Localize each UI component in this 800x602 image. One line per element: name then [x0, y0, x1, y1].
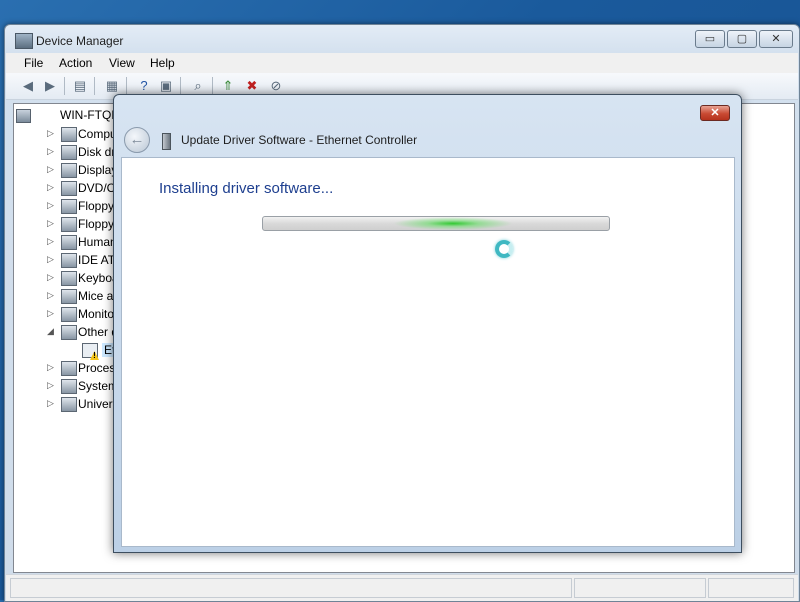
processor-icon: [61, 361, 77, 376]
back-arrow-icon[interactable]: ◀: [20, 78, 36, 94]
expand-icon[interactable]: ▷: [47, 254, 54, 265]
toolbar-separator: [126, 77, 127, 95]
computer-icon: [61, 127, 77, 142]
expand-icon[interactable]: ▷: [47, 308, 54, 319]
expand-icon[interactable]: ▷: [47, 398, 54, 409]
menu-action[interactable]: Action: [59, 56, 92, 70]
expand-icon[interactable]: ▷: [47, 272, 54, 283]
tree-item-label: Mice a: [78, 289, 114, 303]
installing-heading: Installing driver software...: [159, 180, 334, 197]
warning-icon: [82, 343, 98, 358]
tree-item-label: IDE AT: [78, 253, 116, 267]
forward-arrow-icon[interactable]: ▶: [42, 78, 58, 94]
tree-item-label: Floppy: [78, 199, 115, 213]
usb-controller-icon: [61, 397, 77, 412]
expand-icon[interactable]: ▷: [47, 128, 54, 139]
menu-view[interactable]: View: [109, 56, 135, 70]
expand-icon[interactable]: ▷: [47, 218, 54, 229]
tree-item-label: Proces: [78, 361, 116, 375]
progress-marquee: [393, 217, 513, 230]
collapse-icon[interactable]: ◢: [47, 326, 54, 337]
maximize-button[interactable]: ▢: [727, 30, 757, 48]
tree-item-label: Monito: [78, 307, 115, 321]
human-interface-device-icon: [61, 235, 77, 250]
tree-root[interactable]: WIN-FTQR: [16, 108, 120, 123]
floppy-controller-icon: [61, 199, 77, 214]
floppy-drive-icon: [61, 217, 77, 232]
tree-item-label: Display: [78, 163, 118, 177]
expand-icon[interactable]: ▷: [47, 290, 54, 301]
scan-hardware-icon[interactable]: ⌕: [190, 78, 206, 94]
menu-help[interactable]: Help: [150, 56, 175, 70]
mouse-icon: [61, 289, 77, 304]
toolbar-separator: [180, 77, 181, 95]
tree-item-label: Disk dr: [78, 145, 116, 159]
back-button[interactable]: ←: [124, 127, 150, 153]
action-icon[interactable]: ▣: [158, 78, 174, 94]
uninstall-icon[interactable]: ✖: [244, 78, 260, 94]
close-button[interactable]: ✕: [759, 30, 793, 48]
toolbar-separator: [64, 77, 65, 95]
toolbar-separator: [94, 77, 95, 95]
tree-root-label: WIN-FTQR: [60, 108, 120, 122]
status-cell: [10, 578, 572, 598]
details-icon[interactable]: ▦: [104, 78, 120, 94]
status-cell: [708, 578, 794, 598]
busy-spinner-icon: [495, 240, 513, 258]
status-bar: [6, 574, 798, 601]
expand-icon[interactable]: ▷: [47, 362, 54, 373]
expand-icon[interactable]: ▷: [47, 182, 54, 193]
title-bar[interactable]: Device Manager ▭ ▢ ✕: [5, 25, 799, 53]
device-manager-icon: [15, 33, 33, 49]
hardware-icon: [162, 133, 171, 150]
unknown-device-icon: [61, 325, 77, 340]
tree-item-label: System: [78, 379, 119, 393]
progress-bar: [262, 216, 610, 231]
ide-controller-icon: [61, 253, 77, 268]
expand-icon[interactable]: ▷: [47, 236, 54, 247]
expand-icon[interactable]: ▷: [47, 200, 54, 211]
expand-icon[interactable]: ▷: [47, 164, 54, 175]
update-driver-dialog: ✕ ← Update Driver Software - Ethernet Co…: [113, 94, 742, 553]
toolbar-separator: [212, 77, 213, 95]
display-adapter-icon: [61, 163, 77, 178]
monitor-icon: [61, 307, 77, 322]
tree-item-label: Floppy: [78, 217, 115, 231]
menu-bar: File Action View Help: [6, 53, 798, 73]
disable-icon[interactable]: ⊘: [268, 78, 284, 94]
update-driver-icon[interactable]: ⇑: [220, 78, 236, 94]
menu-file[interactable]: File: [24, 56, 43, 70]
dialog-content: Installing driver software...: [121, 157, 735, 547]
disk-drive-icon: [61, 145, 77, 160]
status-cell: [574, 578, 706, 598]
window-title: Device Manager: [36, 34, 124, 48]
properties-icon[interactable]: ▤: [72, 78, 88, 94]
dialog-close-button[interactable]: ✕: [700, 105, 730, 121]
tree-item-label: Compu: [78, 127, 117, 141]
minimize-button[interactable]: ▭: [695, 30, 725, 48]
tree-item-label: Human: [78, 235, 117, 249]
expand-icon[interactable]: ▷: [47, 380, 54, 391]
system-device-icon: [61, 379, 77, 394]
expand-icon[interactable]: ▷: [47, 146, 54, 157]
tree-item-label: DVD/C: [78, 181, 116, 195]
computer-icon: [16, 109, 31, 123]
help-icon[interactable]: ?: [136, 78, 152, 94]
dialog-title: Update Driver Software - Ethernet Contro…: [181, 133, 418, 147]
keyboard-icon: [61, 271, 77, 286]
dvd-drive-icon: [61, 181, 77, 196]
